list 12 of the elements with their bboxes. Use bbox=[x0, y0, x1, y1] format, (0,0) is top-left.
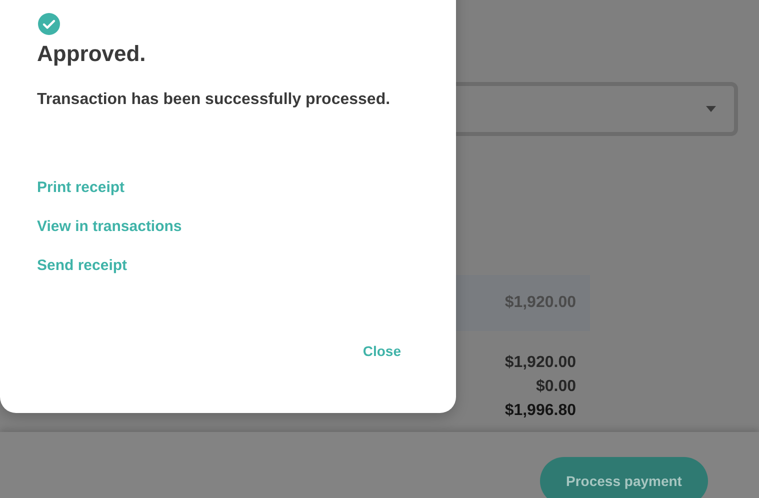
action-link[interactable]: View in transactions bbox=[37, 218, 182, 236]
action-link[interactable]: Print receipt bbox=[37, 179, 125, 197]
dialog-message: Transaction has been successfully processed. bbox=[37, 91, 392, 109]
total-value: $0.00 bbox=[536, 377, 576, 397]
total-value: $1,920.00 bbox=[504, 353, 576, 373]
process-payment-button[interactable]: Process payment bbox=[540, 457, 708, 498]
check-circle-icon bbox=[38, 13, 60, 35]
caret-icon bbox=[706, 106, 716, 112]
close-button[interactable]: Close bbox=[362, 343, 401, 359]
dialog-title: Approved. bbox=[37, 41, 147, 67]
action-link[interactable]: Send receipt bbox=[37, 257, 128, 275]
total-value: $1,996.80 bbox=[504, 401, 576, 421]
